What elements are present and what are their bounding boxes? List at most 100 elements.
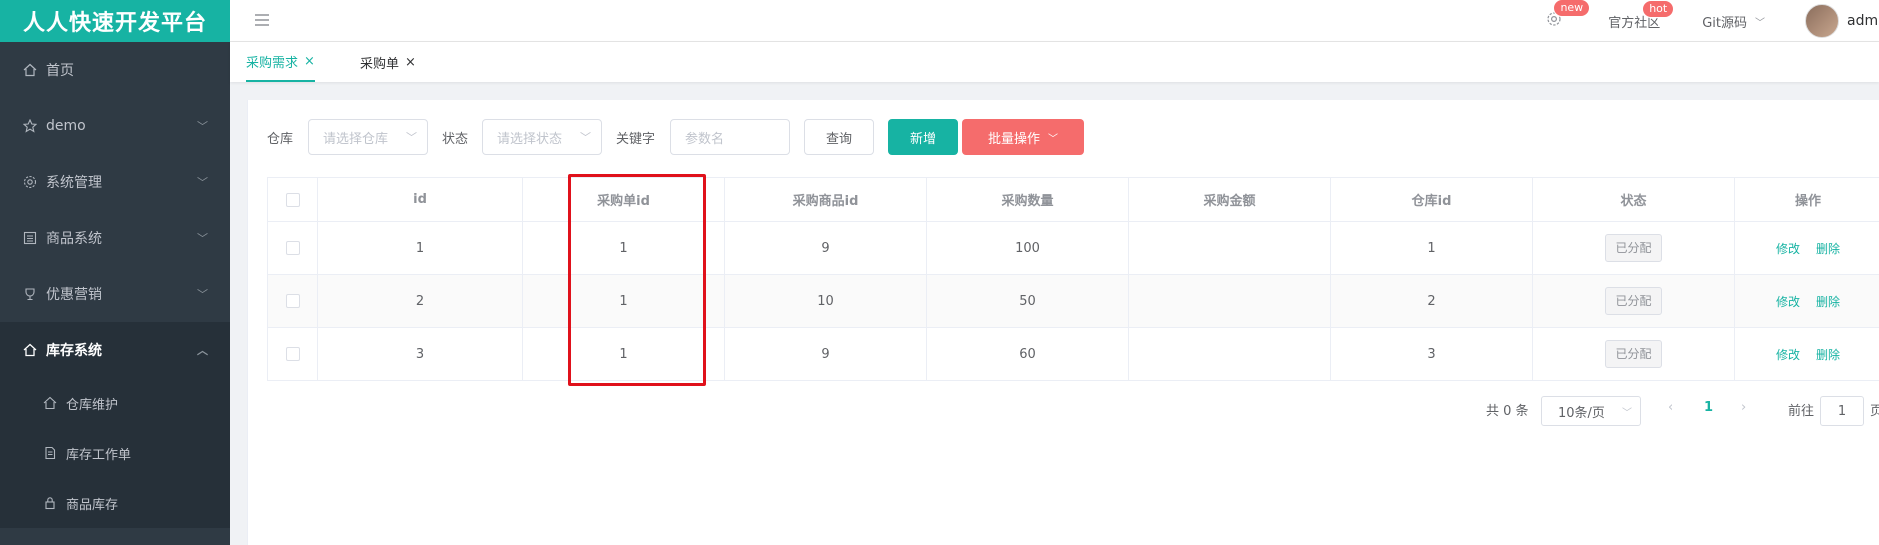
keyword-label: 关键字 xyxy=(616,132,656,147)
close-icon[interactable]: × xyxy=(304,54,315,69)
page-size-select[interactable]: 10条/页 ﹀ xyxy=(1541,396,1641,426)
header-qty: 采购数量 xyxy=(927,178,1129,221)
tab-purchase-order[interactable]: 采购单 × xyxy=(360,42,416,82)
cell-sku-id: 9 xyxy=(725,222,927,274)
add-button[interactable]: 新增 xyxy=(888,119,958,155)
next-page-icon[interactable]: › xyxy=(1741,400,1746,415)
chevron-down-icon: ﹀ xyxy=(197,176,208,189)
sidebar-item-product[interactable]: 商品系统 ﹀ xyxy=(0,210,230,266)
settings-button[interactable]: new xyxy=(1546,0,1591,31)
prev-page-icon[interactable]: ‹ xyxy=(1668,400,1673,415)
delete-link[interactable]: 删除 xyxy=(1816,346,1840,363)
sidebar-item-task[interactable]: 库存工作单 xyxy=(0,428,230,478)
community-link[interactable]: 官方社区 hot xyxy=(1608,0,1675,31)
header-ware-id: 仓库id xyxy=(1331,178,1533,221)
cell-qty: 50 xyxy=(927,275,1129,327)
sidebar: 人人快速开发平台 首页 demo ﹀ 系统管理 ﹀ 商品系统 ﹀ 优惠营销 ﹀ xyxy=(0,0,230,545)
sidebar-item-warehouse[interactable]: 仓库维护 xyxy=(0,378,230,428)
table-row: 3 1 9 60 3 已分配 修改 删除 xyxy=(268,328,1879,381)
cell-ware-id: 2 xyxy=(1331,275,1533,327)
cell-status: 已分配 xyxy=(1533,328,1735,380)
cell-purchase-id: 1 xyxy=(523,275,725,327)
cell-actions: 修改 删除 xyxy=(1735,328,1879,380)
chevron-up-icon: ︿ xyxy=(197,344,208,357)
chevron-down-icon: ﹀ xyxy=(1755,17,1765,29)
edit-link[interactable]: 修改 xyxy=(1776,346,1800,363)
grid-icon xyxy=(22,230,38,246)
cell-purchase-id: 1 xyxy=(523,328,725,380)
tabs-bar: 采购需求 × 采购单 × xyxy=(230,42,1879,82)
select-all-checkbox[interactable] xyxy=(285,192,300,207)
status-label: 状态 xyxy=(442,132,469,147)
row-checkbox[interactable] xyxy=(285,294,300,308)
cell-qty: 100 xyxy=(927,222,1129,274)
data-table: id 采购单id 采购商品id 采购数量 采购金额 仓库id 状态 操作 1 1… xyxy=(267,177,1879,381)
chevron-down-icon: ﹀ xyxy=(197,120,208,133)
row-checkbox[interactable] xyxy=(285,241,300,255)
header-actions: 操作 xyxy=(1794,194,1821,209)
content-card: 仓库 请选择仓库 ﹀ 状态 请选择状态 ﹀ 关键字 参数名 查询 新增 批量操作… xyxy=(247,100,1879,545)
git-source-dropdown[interactable]: Git源码 ﹀ xyxy=(1702,12,1765,31)
table-header: id 采购单id 采购商品id 采购数量 采购金额 仓库id 状态 操作 xyxy=(268,178,1879,222)
sidebar-item-stock[interactable]: 商品库存 xyxy=(0,478,230,528)
tab-purchase-demand[interactable]: 采购需求 × xyxy=(246,42,315,82)
sidebar-item-home[interactable]: 首页 xyxy=(0,42,230,98)
table-row: 1 1 9 100 1 已分配 修改 删除 xyxy=(268,222,1879,275)
page-number-current[interactable]: 1 xyxy=(1704,400,1713,415)
header-amount: 采购金额 xyxy=(1129,178,1331,221)
pagination-total: 共 0 条 xyxy=(1486,404,1529,419)
header-id: id xyxy=(318,178,523,221)
document-icon xyxy=(42,445,58,461)
sidebar-item-coupon[interactable]: 优惠营销 ﹀ xyxy=(0,266,230,322)
keyword-input[interactable]: 参数名 xyxy=(670,119,790,155)
row-select-cell xyxy=(268,222,318,274)
warehouse-placeholder: 请选择仓库 xyxy=(323,131,389,147)
header-status: 状态 xyxy=(1533,178,1735,221)
query-button[interactable]: 查询 xyxy=(804,119,874,155)
sidebar-item-label: 首页 xyxy=(46,63,74,79)
close-icon[interactable]: × xyxy=(405,55,416,70)
sidebar-item-label: 优惠营销 xyxy=(46,287,102,303)
keyword-placeholder: 参数名 xyxy=(685,131,725,147)
filter-bar: 仓库 请选择仓库 ﹀ 状态 请选择状态 ﹀ 关键字 参数名 查询 新增 批量操作… xyxy=(248,100,1879,170)
cell-qty: 60 xyxy=(927,328,1129,380)
header-purchase-id: 采购单id xyxy=(523,178,725,221)
status-badge: 已分配 xyxy=(1605,234,1662,262)
sidebar-item-inventory[interactable]: 库存系统 ︿ xyxy=(0,322,230,378)
tab-label: 采购需求 xyxy=(246,55,299,71)
status-badge: 已分配 xyxy=(1605,340,1662,368)
delete-link[interactable]: 删除 xyxy=(1816,240,1840,257)
cell-status: 已分配 xyxy=(1533,275,1735,327)
gear-icon xyxy=(22,174,38,190)
header-sku-id: 采购商品id xyxy=(725,178,927,221)
warehouse-select[interactable]: 请选择仓库 ﹀ xyxy=(308,119,428,155)
cell-id: 2 xyxy=(318,275,523,327)
batch-operation-button[interactable]: 批量操作 ﹀ xyxy=(962,119,1084,155)
hot-badge: hot xyxy=(1642,0,1675,18)
cell-id: 3 xyxy=(318,328,523,380)
git-label: Git源码 xyxy=(1702,15,1747,31)
cell-amount xyxy=(1129,222,1331,274)
home-icon xyxy=(42,395,58,411)
sidebar-item-demo[interactable]: demo ﹀ xyxy=(0,98,230,154)
row-checkbox[interactable] xyxy=(285,347,300,361)
menu-toggle-icon[interactable] xyxy=(252,10,272,30)
top-right-area: new 官方社区 hot Git源码 ﹀ admin xyxy=(1546,0,1879,42)
edit-link[interactable]: 修改 xyxy=(1776,293,1800,310)
sidebar-item-label: 商品系统 xyxy=(46,231,102,247)
chevron-down-icon: ﹀ xyxy=(1622,407,1632,419)
brand-logo[interactable]: 人人快速开发平台 xyxy=(0,0,230,42)
sidebar-item-label: 仓库维护 xyxy=(66,397,119,413)
chevron-down-icon: ﹀ xyxy=(406,131,417,144)
delete-link[interactable]: 删除 xyxy=(1816,293,1840,310)
chevron-down-icon: ﹀ xyxy=(580,131,591,144)
select-all-cell xyxy=(268,178,318,221)
status-select[interactable]: 请选择状态 ﹀ xyxy=(482,119,602,155)
goto-page-input[interactable]: 1 xyxy=(1820,396,1864,426)
user-menu[interactable]: admin xyxy=(1805,4,1879,38)
page-size-value: 10条/页 xyxy=(1558,405,1605,421)
edit-link[interactable]: 修改 xyxy=(1776,240,1800,257)
sidebar-item-system[interactable]: 系统管理 ﹀ xyxy=(0,154,230,210)
batch-label: 批量操作 xyxy=(987,131,1040,147)
warehouse-label: 仓库 xyxy=(267,132,294,147)
